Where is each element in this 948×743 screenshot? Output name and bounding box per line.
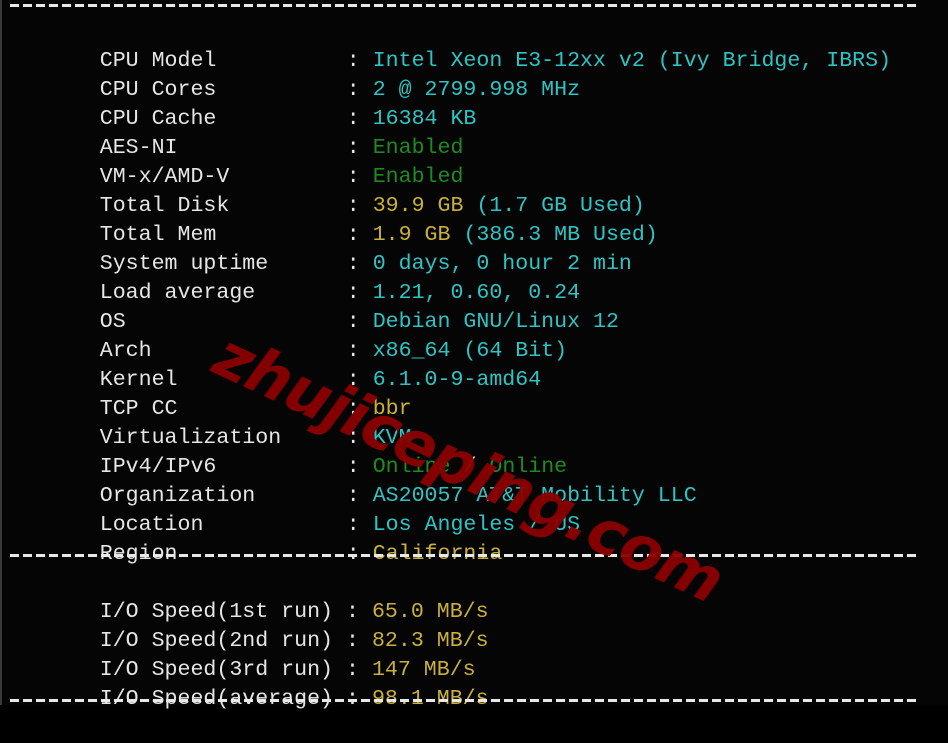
terminal-output: CPU Model: Intel Xeon E3-12xx v2 (Ivy Br… (2, 0, 948, 711)
info-row-cpu-cache: CPU Cache: 16384 KB (22, 76, 477, 131)
info-row-cpu-model: CPU Model: Intel Xeon E3-12xx v2 (Ivy Br… (22, 18, 891, 73)
info-row-aes-ni: AES-NI: Enabled (22, 105, 464, 160)
info-row-total-disk: Total Disk: 39.9 GB (1.7 GB Used) (22, 163, 645, 218)
info-row-tcp-cc: TCP CC: bbr (22, 366, 412, 421)
info-row-os: OS: Debian GNU/Linux 12 (22, 279, 619, 334)
io-row-1st: I/O Speed(1st run) : 65.0 MB/s (22, 569, 489, 624)
io-row-2nd: I/O Speed(2nd run) : 82.3 MB/s (22, 598, 489, 653)
info-row-arch: Arch: x86_64 (64 Bit) (22, 308, 567, 363)
info-row-total-mem: Total Mem: 1.9 GB (386.3 MB Used) (22, 192, 658, 247)
info-row-region: Region: California (22, 511, 503, 566)
info-row-ipv4-ipv6: IPv4/IPv6: Online / Online (22, 424, 567, 479)
info-row-load-average: Load average: 1.21, 0.60, 0.24 (22, 250, 580, 305)
separator-bottom (10, 699, 918, 702)
io-row-3rd: I/O Speed(3rd run) : 147 MB/s (22, 627, 476, 682)
separator-middle (10, 554, 918, 557)
info-row-cpu-cores: CPU Cores: 2 @ 2799.998 MHz (22, 47, 580, 102)
info-row-location: Location: Los Angeles / US (22, 482, 580, 537)
info-row-uptime: System uptime: 0 days, 0 hour 2 min (22, 221, 632, 276)
terminal-window[interactable]: CPU Model: Intel Xeon E3-12xx v2 (Ivy Br… (0, 0, 948, 711)
info-row-virtualization: Virtualization: KVM (22, 395, 412, 450)
info-row-organization: Organization: AS20057 AT&T Mobility LLC (22, 453, 697, 508)
io-row-average: I/O Speed(average) : 98.1 MB/s (22, 656, 489, 711)
info-row-kernel: Kernel: 6.1.0-9-amd64 (22, 337, 541, 392)
separator-top (10, 4, 918, 7)
info-row-vmx: VM-x/AMD-V: Enabled (22, 134, 464, 189)
